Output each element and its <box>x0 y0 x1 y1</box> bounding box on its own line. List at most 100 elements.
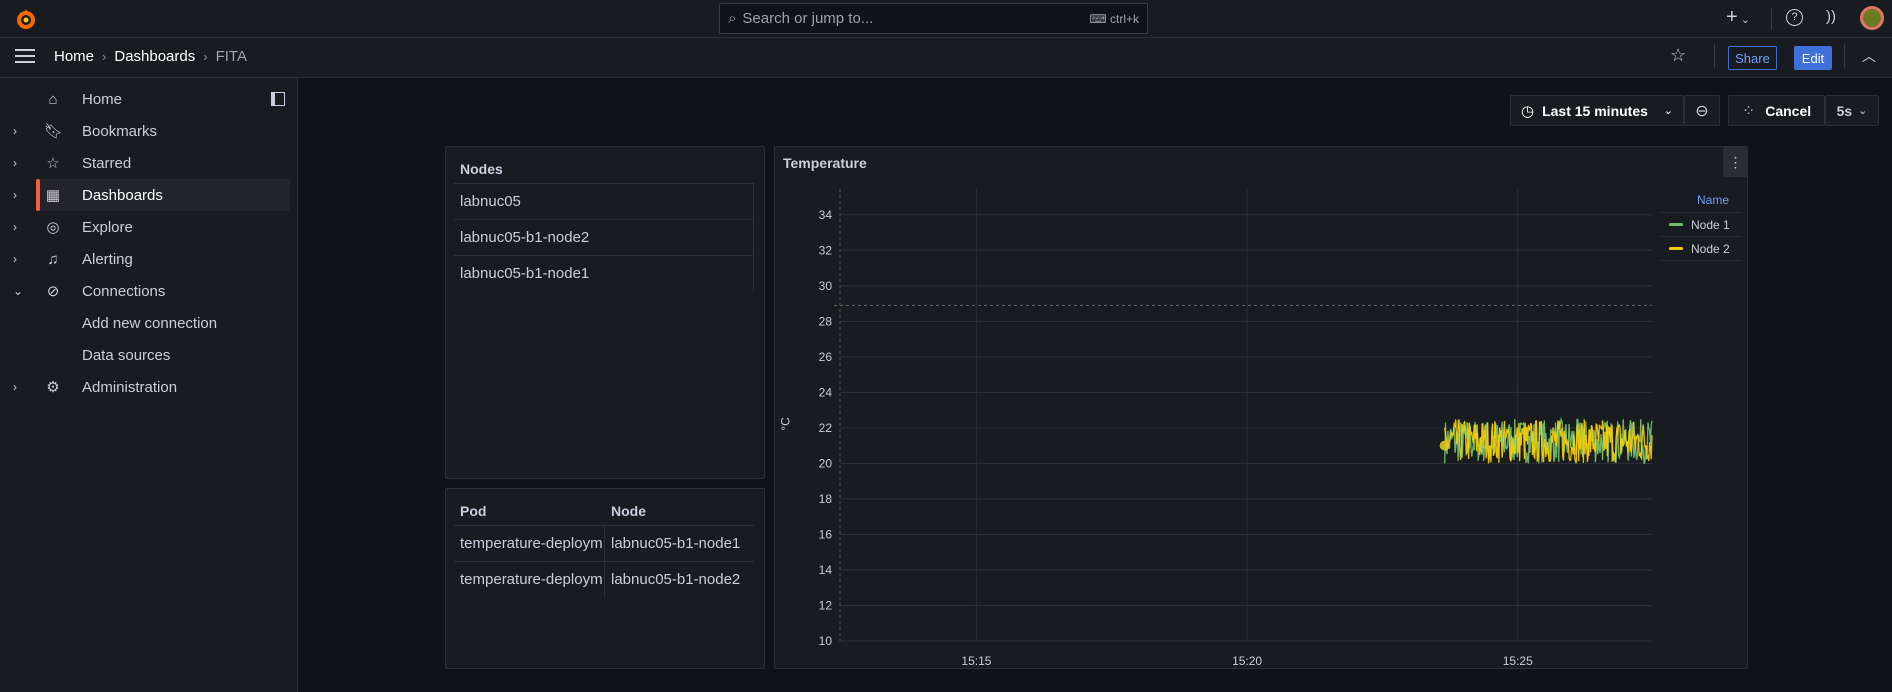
zoom-out-button[interactable]: ⊖ <box>1684 95 1720 126</box>
table-cell: temperature-deploym <box>454 525 605 562</box>
refresh-interval-label: 5s <box>1836 102 1853 119</box>
refresh-interval-picker[interactable]: 5s ⌄ <box>1825 95 1879 126</box>
sidebar-item-connections[interactable]: ⌄ ⊘ Connections <box>0 275 290 307</box>
y-tick-label: 30 <box>819 279 833 293</box>
sidebar-item-home[interactable]: ⌂ Home <box>0 83 290 115</box>
legend-item-node-1[interactable]: Node 1 <box>1661 213 1741 237</box>
table-cell: labnuc05-b1-node2 <box>611 571 741 588</box>
y-tick-label: 16 <box>819 527 833 541</box>
sidebar-item-label: Data sources <box>82 346 171 364</box>
chevron-right-icon: › <box>203 49 208 64</box>
chevron-right-icon[interactable]: › <box>13 124 17 138</box>
legend: Name Node 1 Node 2 <box>1661 190 1741 261</box>
chevron-right-icon[interactable]: › <box>13 188 17 202</box>
new-button[interactable]: + ⌄ <box>1726 6 1750 29</box>
column-header-nodes[interactable]: Nodes <box>460 161 503 177</box>
chevron-right-icon[interactable]: › <box>13 156 17 170</box>
y-tick-label: 26 <box>819 350 833 364</box>
sidebar-item-data-sources[interactable]: Data sources <box>0 339 290 371</box>
y-tick-label: 18 <box>819 492 833 506</box>
column-header-pod[interactable]: Pod <box>460 503 486 519</box>
table-row: temperature-deploym labnuc05-b1-node2 <box>454 561 754 598</box>
plus-icon: + <box>1726 6 1738 28</box>
breadcrumb: Home › Dashboards › FITA <box>54 48 247 65</box>
divider <box>1714 44 1715 68</box>
keyboard-shortcut: ⌨ ctrl+k <box>1089 11 1139 26</box>
menu-icon[interactable] <box>15 49 35 63</box>
search-icon: ⌕ <box>728 10 737 27</box>
y-tick-label: 12 <box>819 598 833 612</box>
table-cell: labnuc05-b1-node1 <box>460 265 590 282</box>
y-tick-label: 20 <box>819 456 833 470</box>
legend-label: Node 1 <box>1691 217 1730 232</box>
collapse-chevron-up-icon[interactable]: ︿ <box>1862 46 1876 66</box>
x-tick-label: 15:20 <box>1232 654 1262 668</box>
nodes-table-panel: Nodes labnuc05 labnuc05-b1-node2 labnuc0… <box>445 146 765 479</box>
table-row: labnuc05-b1-node1 <box>454 255 754 291</box>
sidebar: ⌂ Home › 🔖︎ Bookmarks › ☆ Starred › ▦ Dashboard… <box>0 78 298 692</box>
temperature-chart[interactable]: 10 12 14 16 18 20 22 24 26 28 30 32 34 15:15 15:20 15:2… <box>775 147 1749 670</box>
share-button[interactable]: Share <box>1728 46 1777 70</box>
sidebar-item-label: Starred <box>82 154 132 172</box>
sidebar-item-administration[interactable]: › ⚙ Administration <box>0 371 290 403</box>
breadcrumb-dashboards[interactable]: Dashboards <box>114 48 195 65</box>
chevron-right-icon[interactable]: › <box>13 380 17 394</box>
sidebar-item-bookmarks[interactable]: › 🔖︎ Bookmarks <box>0 115 290 147</box>
y-tick-label: 10 <box>819 634 833 648</box>
table-row: temperature-deploym labnuc05-b1-node1 <box>454 525 754 562</box>
chevron-right-icon[interactable]: › <box>13 220 17 234</box>
search-input[interactable]: ⌕ Search or jump to... ⌨ ctrl+k <box>719 3 1148 34</box>
sidebar-item-alerting[interactable]: › ♫ Alerting <box>0 243 290 275</box>
series-point <box>1439 440 1450 451</box>
sidebar-item-dashboards[interactable]: › ▦ Dashboards <box>13 179 290 211</box>
edit-button[interactable]: Edit <box>1794 46 1832 70</box>
divider <box>1844 44 1845 68</box>
table-cell: labnuc05-b1-node1 <box>611 535 741 552</box>
table-row: labnuc05-b1-node2 <box>454 219 754 255</box>
help-icon[interactable]: ? <box>1786 9 1803 26</box>
sidebar-item-label: Alerting <box>82 250 133 268</box>
sidebar-item-label: Dashboards <box>82 186 163 204</box>
table-row: labnuc05 <box>454 183 754 219</box>
gear-icon: ⚙ <box>46 379 60 396</box>
grafana-logo-icon[interactable] <box>14 7 38 31</box>
chevron-down-icon[interactable]: ⌄ <box>13 284 23 298</box>
star-icon[interactable]: ☆ <box>1670 45 1686 66</box>
top-bar: ⌕ Search or jump to... ⌨ ctrl+k + ⌄ ? )) <box>0 0 1892 38</box>
legend-label: Node 2 <box>1691 241 1730 256</box>
legend-swatch <box>1669 247 1683 250</box>
sidebar-item-label: Home <box>82 90 123 108</box>
x-tick-label: 15:15 <box>961 654 991 668</box>
sidebar-item-add-new-connection[interactable]: Add new connection <box>0 307 290 339</box>
star-icon: ☆ <box>46 155 60 172</box>
y-tick-label: 22 <box>819 421 833 435</box>
y-tick-label: 34 <box>819 208 833 222</box>
legend-item-node-2[interactable]: Node 2 <box>1661 237 1741 261</box>
sidebar-item-label: Explore <box>82 218 133 236</box>
breadcrumb-home[interactable]: Home <box>54 48 94 65</box>
x-tick-label: 15:25 <box>1503 654 1533 668</box>
sidebar-item-label: Add new connection <box>82 314 218 332</box>
sidebar-item-starred[interactable]: › ☆ Starred <box>0 147 290 179</box>
link-icon: ⊘ <box>46 283 60 300</box>
column-header-node[interactable]: Node <box>611 503 646 519</box>
time-range-picker[interactable]: ◷ Last 15 minutes ⌄ <box>1510 95 1684 126</box>
y-tick-label: 32 <box>819 243 833 257</box>
table-cell: labnuc05 <box>460 193 521 210</box>
breadcrumb-current: FITA <box>215 48 247 65</box>
news-rss-icon[interactable]: )) <box>1826 8 1836 25</box>
y-tick-label: 24 <box>819 385 833 399</box>
chevron-down-icon: ⌄ <box>1663 105 1673 117</box>
sidebar-item-label: Bookmarks <box>82 122 158 140</box>
compass-icon: ◎ <box>46 219 60 236</box>
legend-header[interactable]: Name <box>1661 190 1741 213</box>
spinner-icon: ⁘ <box>1741 102 1756 120</box>
sidebar-item-explore[interactable]: › ◎ Explore <box>0 211 290 243</box>
cancel-button[interactable]: ⁘ Cancel <box>1728 95 1825 126</box>
user-avatar[interactable] <box>1860 6 1884 30</box>
y-tick-label: 28 <box>819 314 833 328</box>
clock-icon: ◷ <box>1521 102 1535 120</box>
chevron-right-icon[interactable]: › <box>13 252 17 266</box>
cancel-label: Cancel <box>1765 102 1812 119</box>
chevron-down-icon: ⌄ <box>1858 105 1868 117</box>
